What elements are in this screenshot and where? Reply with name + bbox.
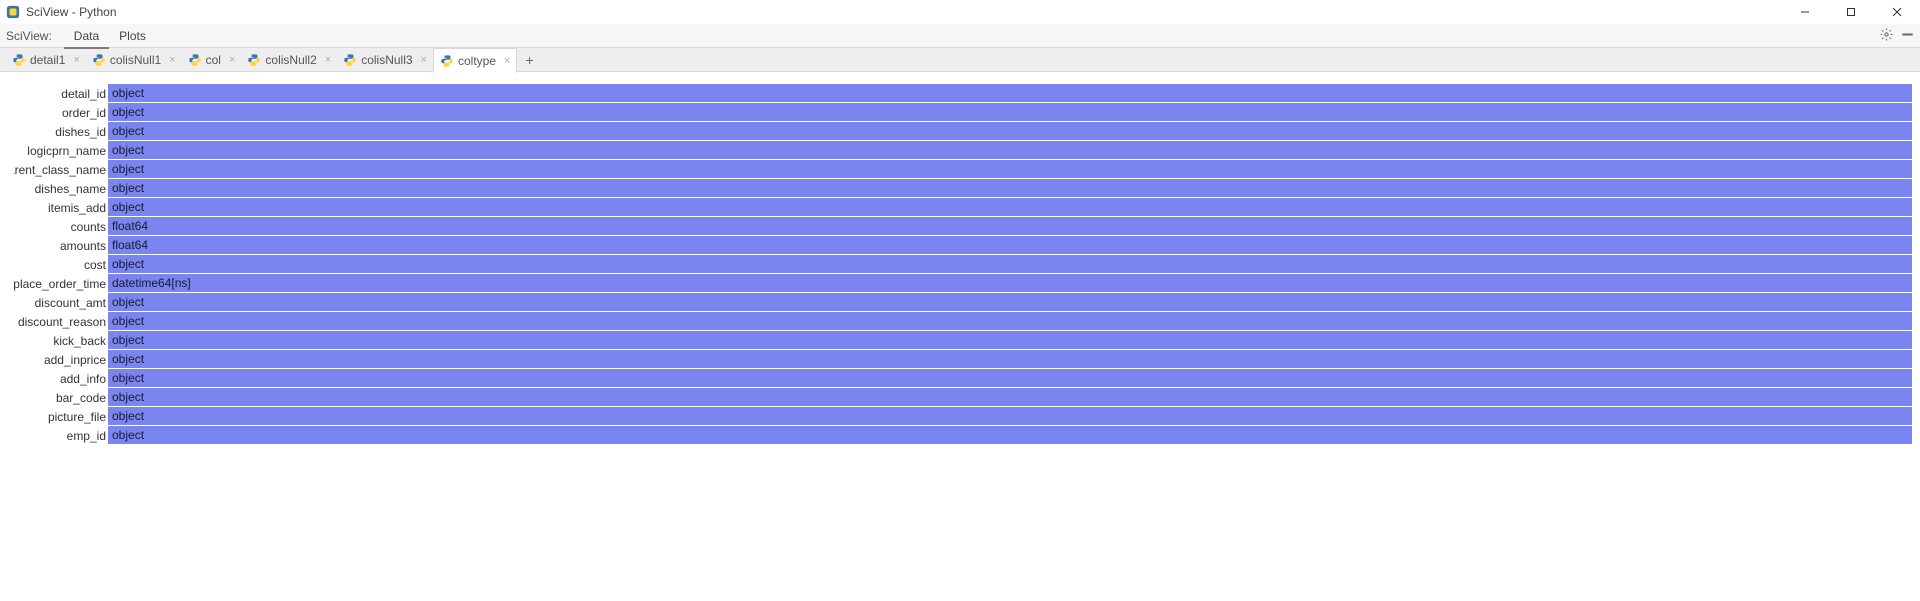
python-icon: [92, 53, 106, 67]
sciview-toolbar: SciView: DataPlots: [0, 24, 1920, 48]
row-value[interactable]: object: [108, 426, 1912, 445]
row-value[interactable]: object: [108, 369, 1912, 388]
table-row[interactable]: dishes_nameobject: [14, 179, 1912, 198]
python-icon: [247, 53, 261, 67]
row-value[interactable]: object: [108, 122, 1912, 141]
file-tab-coltype[interactable]: coltype ×: [433, 48, 517, 73]
table-row[interactable]: kick_backobject: [14, 331, 1912, 350]
table-row[interactable]: parent_class_nameobject: [14, 160, 1912, 179]
close-icon[interactable]: ×: [169, 54, 175, 66]
file-tab-label: detail1: [30, 53, 65, 67]
row-key: add_info: [14, 369, 108, 388]
table-row[interactable]: discount_reasonobject: [14, 312, 1912, 331]
minimize-button[interactable]: [1782, 0, 1828, 24]
row-key: emp_id: [14, 426, 108, 445]
row-key: picture_file: [14, 407, 108, 426]
maximize-button[interactable]: [1828, 0, 1874, 24]
python-icon: [12, 53, 26, 67]
hide-icon[interactable]: [1901, 28, 1914, 44]
row-key: cost: [14, 255, 108, 274]
row-key: detail_id: [14, 84, 108, 103]
file-tab-label: coltype: [458, 54, 496, 68]
file-tab-strip: detail1×colisNull1×col×colisNull2×colisN…: [0, 48, 1920, 72]
row-key: order_id: [14, 103, 108, 122]
row-key: dishes_id: [14, 122, 108, 141]
close-icon[interactable]: ×: [73, 54, 79, 66]
table-row[interactable]: dishes_idobject: [14, 122, 1912, 141]
close-icon[interactable]: ×: [325, 54, 331, 66]
row-key: dishes_name: [14, 179, 108, 198]
table-row[interactable]: logicprn_nameobject: [14, 141, 1912, 160]
app-icon: [6, 5, 20, 19]
file-tab-colisNull3[interactable]: colisNull3 ×: [337, 48, 433, 72]
row-value[interactable]: float64: [108, 217, 1912, 236]
table-row[interactable]: picture_fileobject: [14, 407, 1912, 426]
python-icon: [343, 53, 357, 67]
row-value[interactable]: object: [108, 388, 1912, 407]
table-row[interactable]: itemis_addobject: [14, 198, 1912, 217]
row-value[interactable]: object: [108, 407, 1912, 426]
table-row[interactable]: order_idobject: [14, 103, 1912, 122]
row-value[interactable]: object: [108, 198, 1912, 217]
sciview-label: SciView:: [6, 29, 52, 43]
table-row[interactable]: add_infoobject: [14, 369, 1912, 388]
titlebar: SciView - Python: [0, 0, 1920, 24]
row-key: discount_amt: [14, 293, 108, 312]
row-value[interactable]: object: [108, 160, 1912, 179]
file-tab-label: colisNull1: [110, 53, 161, 67]
row-key: discount_reason: [14, 312, 108, 331]
python-icon: [188, 53, 202, 67]
row-value[interactable]: object: [108, 141, 1912, 160]
row-value[interactable]: object: [108, 293, 1912, 312]
row-key: counts: [14, 217, 108, 236]
close-icon[interactable]: ×: [504, 55, 510, 67]
table-row[interactable]: add_inpriceobject: [14, 350, 1912, 369]
tool-tab-plots[interactable]: Plots: [109, 25, 156, 47]
close-icon[interactable]: ×: [229, 54, 235, 66]
row-key: add_inprice: [14, 350, 108, 369]
window-controls: [1782, 0, 1920, 24]
gear-icon[interactable]: [1880, 28, 1893, 44]
file-tab-colisNull1[interactable]: colisNull1 ×: [86, 48, 182, 72]
table-row[interactable]: countsfloat64: [14, 217, 1912, 236]
file-tab-label: col: [206, 53, 221, 67]
table-row[interactable]: emp_idobject: [14, 426, 1912, 445]
row-key: place_order_time: [14, 274, 108, 293]
row-value[interactable]: object: [108, 179, 1912, 198]
row-value[interactable]: object: [108, 312, 1912, 331]
row-value[interactable]: object: [108, 84, 1912, 103]
row-key: amounts: [14, 236, 108, 255]
table-row[interactable]: detail_idobject: [14, 84, 1912, 103]
row-key: bar_code: [14, 388, 108, 407]
tool-tab-data[interactable]: Data: [64, 25, 109, 49]
close-icon[interactable]: ×: [421, 54, 427, 66]
table-row[interactable]: bar_codeobject: [14, 388, 1912, 407]
file-tab-label: colisNull2: [265, 53, 316, 67]
table-row[interactable]: costobject: [14, 255, 1912, 274]
data-grid: detail_idobjectorder_idobjectdishes_idob…: [0, 72, 1920, 453]
row-key: logicprn_name: [14, 141, 108, 160]
table-row[interactable]: amountsfloat64: [14, 236, 1912, 255]
file-tab-col[interactable]: col ×: [182, 48, 242, 72]
python-icon: [440, 54, 454, 68]
row-value[interactable]: object: [108, 103, 1912, 122]
row-value[interactable]: float64: [108, 236, 1912, 255]
window-title: SciView - Python: [26, 5, 117, 19]
row-key: kick_back: [14, 331, 108, 350]
row-key: itemis_add: [14, 198, 108, 217]
row-value[interactable]: object: [108, 350, 1912, 369]
file-tab-label: colisNull3: [361, 53, 412, 67]
add-tab-button[interactable]: +: [517, 52, 541, 68]
table-row[interactable]: discount_amtobject: [14, 293, 1912, 312]
file-tab-detail1[interactable]: detail1 ×: [6, 48, 86, 72]
file-tab-colisNull2[interactable]: colisNull2 ×: [241, 48, 337, 72]
row-value[interactable]: datetime64[ns]: [108, 274, 1912, 293]
row-value[interactable]: object: [108, 331, 1912, 350]
table-row[interactable]: place_order_timedatetime64[ns]: [14, 274, 1912, 293]
row-key: parent_class_name: [14, 160, 108, 179]
close-button[interactable]: [1874, 0, 1920, 24]
row-value[interactable]: object: [108, 255, 1912, 274]
